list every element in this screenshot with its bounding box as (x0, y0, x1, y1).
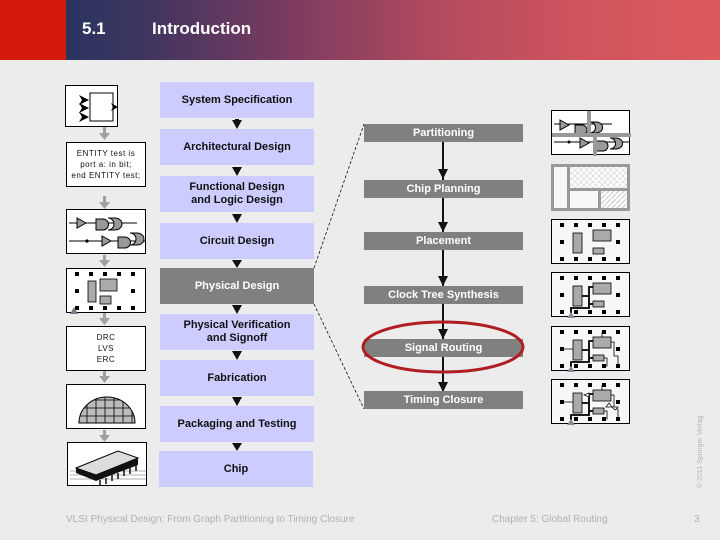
zoom-connector-bottom (313, 303, 365, 410)
grey-down-arrow-icon (99, 376, 110, 383)
flow-step-placement: Placement (364, 232, 523, 250)
timing-closure-icon (551, 379, 630, 425)
hdl-code-box: ENTITY test is port a: in bit; end ENTIT… (66, 142, 146, 187)
down-arrow-icon (232, 305, 242, 314)
signal-routing-icon (551, 326, 630, 372)
grey-down-arrow-icon (99, 435, 110, 442)
logic-gates-icon (66, 209, 146, 254)
grey-down-arrow-icon (99, 260, 110, 267)
verification-checks-box: DRC LVS ERC (66, 326, 146, 371)
down-arrow-icon (438, 329, 448, 339)
chip-package-icon (67, 442, 147, 486)
down-arrow-icon (232, 119, 242, 129)
step-label: Clock Tree Synthesis (388, 289, 499, 301)
copyright-notice: © 2011 Springer Verlag (697, 415, 704, 488)
down-arrow-icon (232, 351, 242, 360)
flow-step-chip-planning: Chip Planning (364, 180, 523, 198)
block-diagram-icon (65, 85, 118, 127)
step-label: Partitioning (412, 127, 475, 139)
down-arrow-icon (232, 443, 242, 451)
zoom-connector-top (313, 123, 365, 269)
wafer-icon (66, 384, 146, 429)
down-arrow-icon (232, 397, 242, 406)
down-arrow-icon (438, 222, 448, 232)
flow-step-clock-tree-synthesis: Clock Tree Synthesis (364, 286, 523, 304)
down-arrow-icon (232, 214, 242, 223)
flow-step-signal-routing: Signal Routing (364, 339, 523, 357)
step-label: Placement (415, 235, 472, 247)
floorplan-icon (551, 164, 630, 211)
verification-checks-text: DRC LVS ERC (96, 333, 116, 364)
step-label: Chip Planning (406, 183, 481, 195)
partitioned-netlist-icon (551, 110, 631, 156)
layout-icon (66, 268, 146, 314)
step-label: Timing Closure (403, 394, 484, 406)
flow-step-partitioning: Partitioning (364, 124, 523, 142)
step-label: Signal Routing (404, 342, 483, 354)
down-arrow-icon (232, 260, 242, 268)
placement-icon (551, 219, 630, 264)
footer-chapter: Chapter 5: Global Routing (492, 514, 608, 525)
hdl-code-text: ENTITY test is port a: in bit; end ENTIT… (71, 149, 141, 180)
grey-down-arrow-icon (99, 202, 110, 209)
footer-book-title: VLSI Physical Design: From Graph Partiti… (66, 514, 355, 525)
down-arrow-icon (232, 167, 242, 176)
grey-down-arrow-icon (99, 318, 110, 325)
clock-tree-icon (551, 272, 630, 318)
down-arrow-icon (438, 276, 448, 286)
footer-page-number: 3 (694, 514, 700, 525)
grey-down-arrow-icon (99, 133, 110, 140)
flow-step-timing-closure: Timing Closure (364, 391, 523, 409)
down-arrow-icon (438, 169, 448, 179)
